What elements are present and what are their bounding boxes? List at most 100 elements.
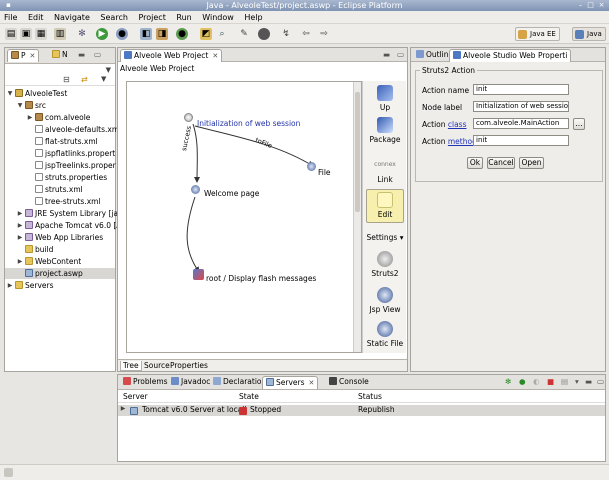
window-title-bar[interactable]: Java - AlveoleTest/project.aswp - Eclips… [0,0,609,11]
palette-edit[interactable]: Edit [366,189,404,223]
collapse-all-icon[interactable]: ⊟ [63,75,70,84]
tab-properties[interactable]: Properties [168,361,210,370]
palette-settings[interactable]: Settings ▾ [366,233,404,242]
palette-package[interactable]: Package [366,117,404,144]
tree-item[interactable]: project.aswp [5,268,115,279]
link-editor-icon[interactable]: ⇄ [81,75,88,84]
debug-server-icon[interactable]: ✻ [502,376,514,389]
jsp-node-icon[interactable] [191,185,200,194]
node-label-input[interactable]: Initialization of web session [473,101,569,112]
menu-search[interactable]: Search [96,11,131,24]
profile-server-icon[interactable]: ◐ [530,376,543,389]
root-node-icon[interactable] [193,269,204,280]
tree-item[interactable]: struts.xml [5,184,115,195]
palette-static-file[interactable]: Static File [366,321,404,348]
tree-item[interactable]: jspTreelinks.proper [5,160,116,171]
menu-help[interactable]: Help [240,11,266,24]
collapse-arrow-icon[interactable]: ▼ [7,88,13,99]
expand-arrow-icon[interactable]: ▶ [17,232,23,243]
globe-icon[interactable] [258,28,270,40]
view-menu-icon[interactable]: ▾ [572,376,582,389]
maximize-view-icon[interactable]: ▭ [91,49,104,62]
column-state[interactable]: State [239,392,259,401]
perspective-java-ee[interactable]: Java EE [515,27,560,41]
tab-problems[interactable]: Problems [120,376,171,389]
tab-javadoc[interactable]: Javadoc [168,376,213,389]
expand-arrow-icon[interactable]: ▶ [27,112,33,123]
browse-class-button[interactable]: ... [573,118,585,130]
edit-icon[interactable]: ✎ [238,28,250,40]
menu-project[interactable]: Project [134,11,169,24]
menu-edit[interactable]: Edit [24,11,48,24]
close-icon[interactable]: ✕ [309,379,315,387]
debug-icon[interactable]: ✻ [76,28,88,40]
edge-init-welcome[interactable] [192,123,201,183]
tree-item[interactable]: ▶ Web App Libraries [5,232,115,243]
tree-item[interactable]: alveole-defaults.xm [5,124,119,135]
fast-view-icon[interactable] [4,468,13,477]
tree-item[interactable]: ▶ Servers [5,280,115,291]
new-server-icon[interactable]: ▥ [54,28,66,40]
scroll-thumb[interactable] [355,92,360,212]
action-node-icon[interactable] [184,113,193,122]
tree-item[interactable]: ▶ Apache Tomcat v6.0 [A [5,220,121,231]
maximize-view-icon[interactable]: ▭ [594,376,607,389]
node-welcome[interactable]: Welcome page [204,189,259,198]
prev-annotation-icon[interactable]: ↯ [280,28,292,40]
tab-studio-properties[interactable]: Alveole Studio Web Properti [449,49,572,62]
stop-server-icon[interactable]: ■ [544,376,557,389]
expand-arrow-icon[interactable]: ▶ [17,256,23,267]
tree-item[interactable]: build [5,244,115,255]
maximize-view-icon[interactable]: ▭ [394,49,407,62]
forward-icon[interactable]: ⇨ [318,28,330,40]
close-window-icon[interactable]: × [597,1,606,10]
tree-item[interactable]: flat-struts.xml [5,136,115,147]
column-status[interactable]: Status [358,392,382,401]
palette-struts2[interactable]: Struts2 [366,251,404,278]
tab-declaration[interactable]: Declaration [210,376,269,389]
node-init[interactable]: Initialization of web session [197,119,300,128]
action-name-input[interactable]: init [473,84,569,95]
new-java-project-icon[interactable]: ◧ [140,28,152,40]
action-method-input[interactable]: init [473,135,569,146]
node-root[interactable]: root / Display flash messages [206,274,316,283]
new-package-icon[interactable]: ◨ [156,28,168,40]
tree-item[interactable]: jspflatlinks.propert [5,148,115,159]
maximize-icon[interactable]: □ [586,1,595,10]
expand-arrow-icon[interactable]: ▶ [7,280,13,291]
minimize-view-icon[interactable]: ▬ [380,49,393,62]
tree-item[interactable]: struts.properties [5,172,115,183]
tab-console[interactable]: Console [326,376,372,389]
expand-arrow-icon[interactable]: ▶ [17,208,23,219]
collapse-arrow-icon[interactable]: ▼ [17,100,23,111]
menu-navigate[interactable]: Navigate [50,11,94,24]
expand-arrow-icon[interactable]: ▶ [17,220,23,231]
tree-item[interactable]: ▶ JRE System Library [jav [5,208,123,219]
open-type-icon[interactable]: ◩ [200,28,212,40]
tree-item[interactable]: ▶ com.alveole [5,112,115,123]
edge-init-file[interactable] [194,125,314,167]
close-icon[interactable]: ✕ [30,52,36,60]
search-icon[interactable]: ⌕ [216,28,228,40]
expand-arrow-icon[interactable]: ▶ [120,405,126,412]
tree-item[interactable]: tree-struts.xml [5,196,115,207]
close-icon[interactable]: ✕ [212,52,218,60]
cancel-button[interactable]: Cancel [487,157,515,169]
tab-navigator[interactable]: N [49,49,71,62]
column-server[interactable]: Server [123,392,148,401]
back-icon[interactable]: ⇦ [300,28,312,40]
palette-up[interactable]: Up [366,85,404,112]
window-menu-icon[interactable]: ▪ [4,1,13,10]
publish-icon[interactable]: ▤ [558,376,571,389]
menu-run[interactable]: Run [172,11,195,24]
tab-tree[interactable]: Tree [120,361,142,371]
minimize-icon[interactable]: – [576,1,585,10]
menu-file[interactable]: File [0,11,21,24]
start-server-icon[interactable]: ● [516,376,529,389]
open-button[interactable]: Open [519,157,544,169]
canvas-scrollbar[interactable] [353,82,361,352]
table-row[interactable]: ▶ Tomcat v6.0 Server at locall Stopped R… [118,405,605,416]
explorer-menu-icon[interactable]: ▼ [101,75,106,83]
tree-item[interactable]: ▼ AlveoleTest [5,88,115,99]
editor-tab[interactable]: Alveole Web Project ✕ [120,49,223,62]
